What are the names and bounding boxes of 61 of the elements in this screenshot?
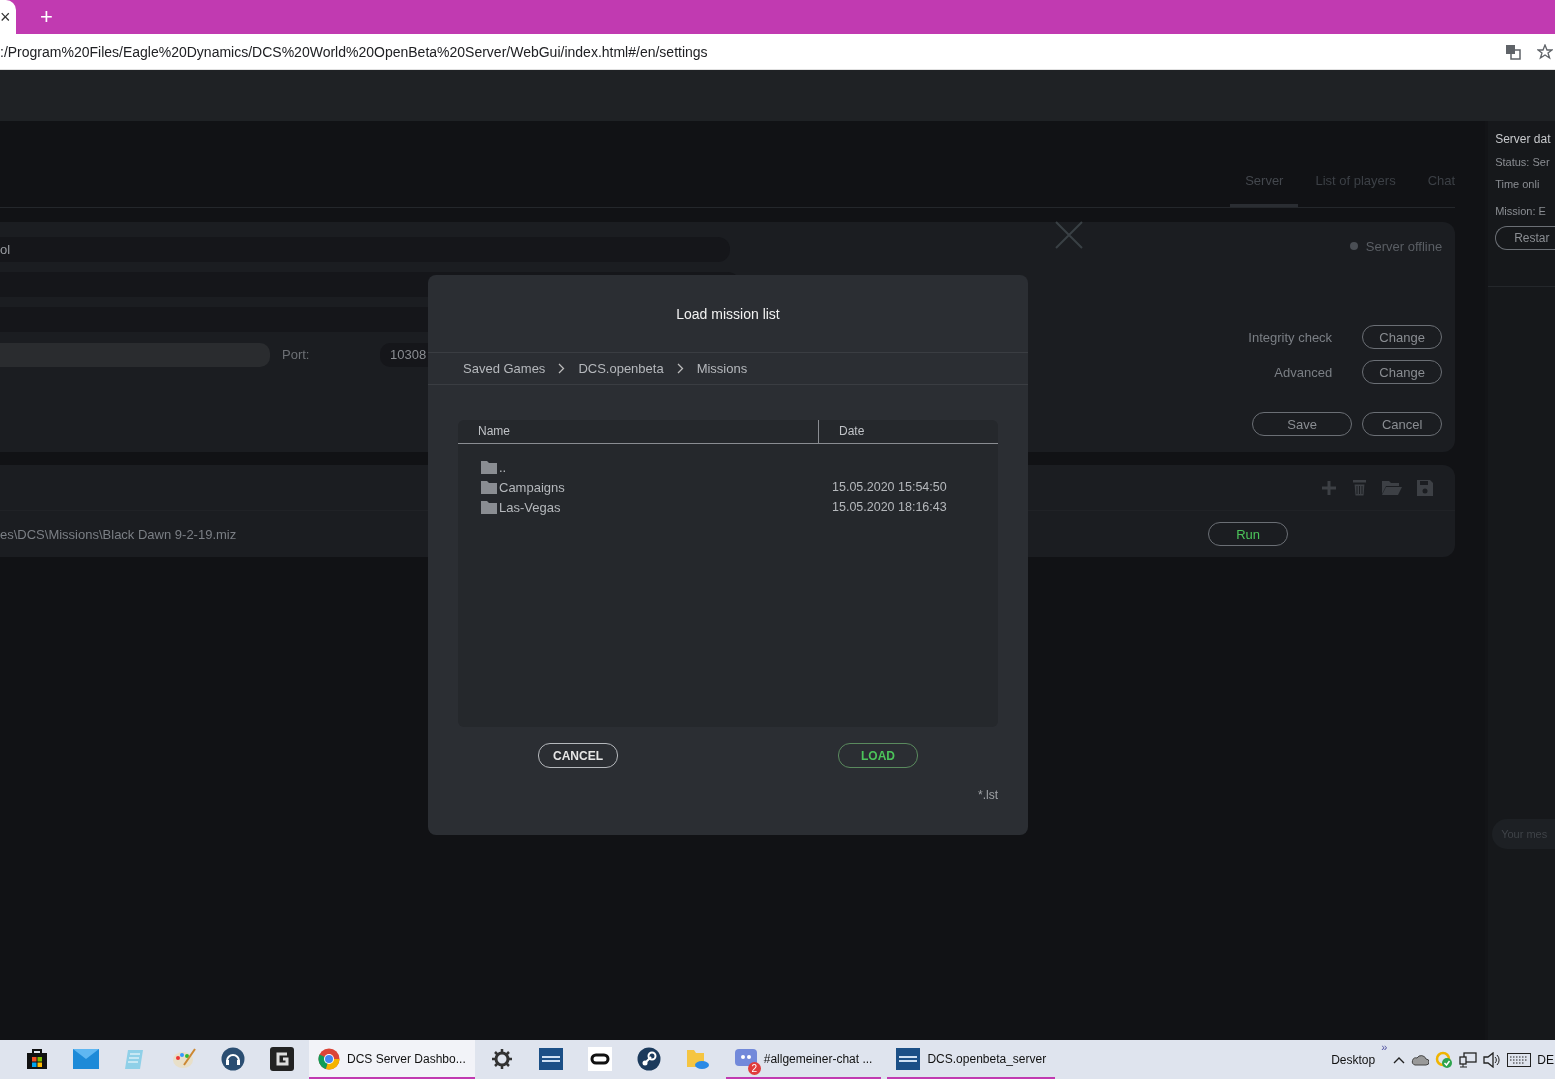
palette-icon xyxy=(171,1046,196,1071)
language-indicator[interactable]: DE xyxy=(1537,1052,1555,1067)
taskbar-button[interactable]: 2 #allgemeiner-chat ... xyxy=(725,1040,882,1079)
modified-date: 15.05.2020 15:54:50 xyxy=(832,480,947,494)
network-icon[interactable] xyxy=(1459,1051,1478,1068)
chrome-icon xyxy=(318,1047,340,1070)
status-text: Status: Ser xyxy=(1495,156,1550,168)
server-status: Server offline xyxy=(1365,238,1443,254)
mission-path: es\DCS\Missions\Black Dawn 9-2-19.miz xyxy=(0,526,237,542)
option-label: Integrity check xyxy=(1248,329,1333,345)
desktop-toolbar-button[interactable]: Desktop xyxy=(1331,1052,1376,1067)
caret-up-icon[interactable] xyxy=(1393,1055,1406,1064)
dialog-title: Load mission list xyxy=(676,305,780,322)
input-field[interactable]: ol xyxy=(0,237,730,262)
keyboard-icon[interactable] xyxy=(1507,1052,1532,1067)
notepad-icon xyxy=(123,1047,146,1070)
chevron-right-icon xyxy=(676,363,684,374)
mission-text: Mission: E xyxy=(1495,205,1546,217)
taskbar-button[interactable]: DCS Server Dashbo... xyxy=(309,1040,475,1079)
column-header[interactable]: Name xyxy=(458,420,819,443)
cancel-button[interactable]: CANCEL xyxy=(538,743,618,768)
shopping-bag-icon xyxy=(25,1047,48,1070)
breadcrumb-link[interactable]: Missions xyxy=(696,361,748,376)
folder-name[interactable]: Campaigns xyxy=(499,479,565,495)
status-dot-icon xyxy=(1349,242,1358,250)
folder-name[interactable]: Las-Vegas xyxy=(499,499,561,515)
overflow-chevron[interactable]: » xyxy=(1381,1041,1388,1053)
time-online-text: Time onli xyxy=(1495,178,1540,190)
settings-icon xyxy=(492,1048,513,1069)
steam-icon xyxy=(637,1046,662,1071)
sync-check-icon[interactable] xyxy=(1435,1050,1454,1069)
port-label: Port: xyxy=(282,347,311,362)
folder-cloud-icon xyxy=(686,1047,711,1070)
folder-icon xyxy=(481,500,497,514)
star-icon[interactable] xyxy=(1537,43,1553,60)
sidebar-title: Server dat xyxy=(1495,132,1551,146)
option-label: Advanced xyxy=(1274,364,1333,380)
folder-name[interactable]: .. xyxy=(499,459,507,475)
envelope-icon xyxy=(72,1048,99,1069)
app-tile-icon xyxy=(539,1047,564,1070)
translate-icon[interactable] xyxy=(1505,43,1521,60)
breadcrumb-link[interactable]: DCS.openbeta xyxy=(578,361,664,376)
port-field[interactable]: 10308 xyxy=(380,342,428,367)
headset-icon xyxy=(220,1046,245,1071)
cloud-icon[interactable] xyxy=(1411,1053,1430,1066)
load-button[interactable]: LOAD xyxy=(838,743,918,768)
chevron-right-icon xyxy=(558,363,566,374)
file-filter: *.lst xyxy=(978,788,998,802)
breadcrumb-link[interactable]: Saved Games xyxy=(463,361,546,376)
speaker-icon[interactable] xyxy=(1483,1051,1502,1068)
field-value: ol xyxy=(0,242,11,257)
taskbar-button[interactable]: DCS.openbeta_server xyxy=(887,1040,1056,1079)
oculus-icon xyxy=(588,1046,613,1071)
column-header[interactable]: Date xyxy=(819,420,865,443)
app-tile-icon xyxy=(896,1047,921,1070)
folder-icon xyxy=(481,480,497,494)
modified-date: 15.05.2020 18:16:43 xyxy=(832,500,947,514)
folder-icon xyxy=(481,460,497,474)
new-tab-button[interactable]: + xyxy=(36,0,57,34)
close-tab-button[interactable]: × xyxy=(0,0,16,34)
g-logo-icon xyxy=(269,1046,294,1071)
